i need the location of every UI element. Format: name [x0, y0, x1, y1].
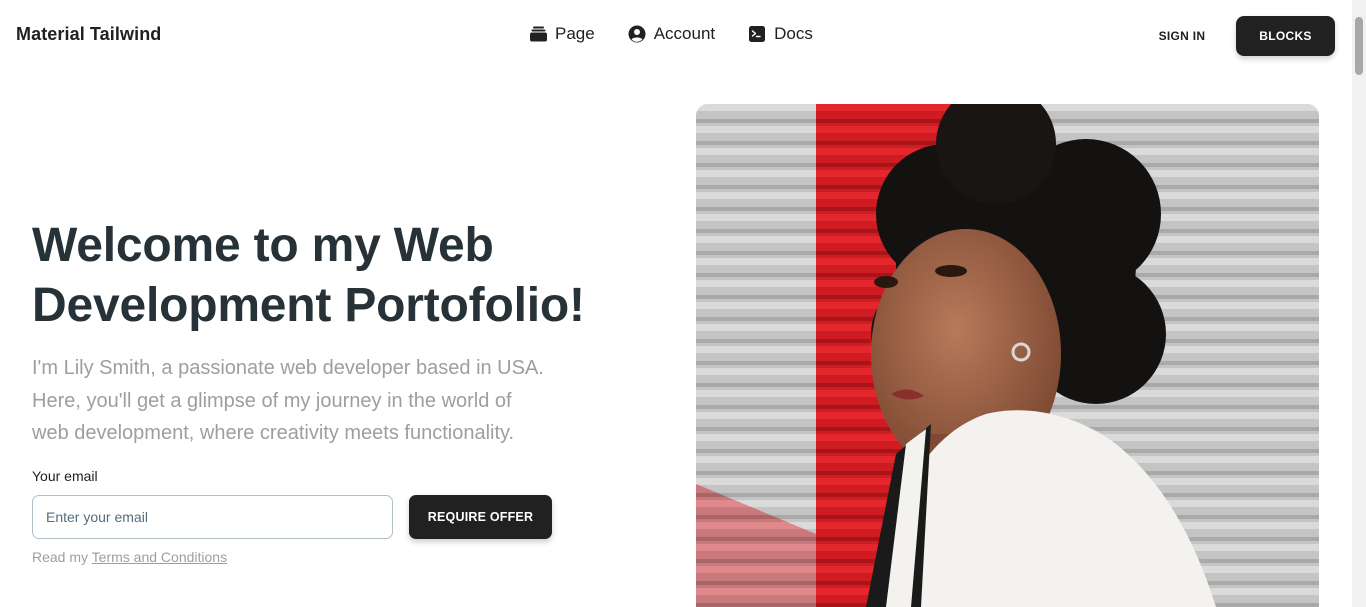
portrait-illustration: [696, 104, 1319, 607]
nav-link-docs[interactable]: Docs: [748, 24, 813, 44]
require-offer-button[interactable]: REQUIRE OFFER: [409, 495, 552, 539]
nav-link-account-label: Account: [653, 24, 716, 43]
nav-links: Page Account Docs: [529, 24, 846, 44]
hero-portrait-image: [696, 104, 1319, 607]
hero-description: I'm Lily Smith, a passionate web develop…: [32, 357, 544, 444]
sign-in-button[interactable]: SIGN IN: [1136, 16, 1228, 56]
hero-title: Welcome to my Web Development Portofolio…: [32, 216, 632, 336]
hero-title-line-1: Welcome to my Web: [32, 219, 494, 272]
terms-text: Read my Terms and Conditions: [32, 549, 227, 565]
terms-prefix: Read my: [32, 549, 92, 565]
nav-link-docs-label: Docs: [774, 24, 813, 43]
nav-link-page-label: Page: [555, 24, 595, 43]
command-line-icon: [748, 25, 766, 43]
scrollbar-thumb[interactable]: [1355, 17, 1363, 75]
navbar: Material Tailwind Page Account Docs SIGN…: [0, 0, 1352, 72]
hero-title-line-2: Development Portofolio!: [32, 279, 585, 332]
email-input[interactable]: [32, 495, 393, 539]
nav-link-page[interactable]: Page: [529, 24, 595, 44]
rectangle-stack-icon: [529, 25, 547, 43]
nav-link-account[interactable]: Account: [628, 24, 715, 44]
page-scrollbar[interactable]: [1352, 0, 1366, 607]
brand-logo[interactable]: Material Tailwind: [16, 24, 161, 45]
blocks-button[interactable]: BLOCKS: [1236, 16, 1335, 56]
user-circle-icon: [628, 25, 646, 43]
email-label: Your email: [32, 468, 98, 484]
terms-link[interactable]: Terms and Conditions: [92, 549, 227, 565]
